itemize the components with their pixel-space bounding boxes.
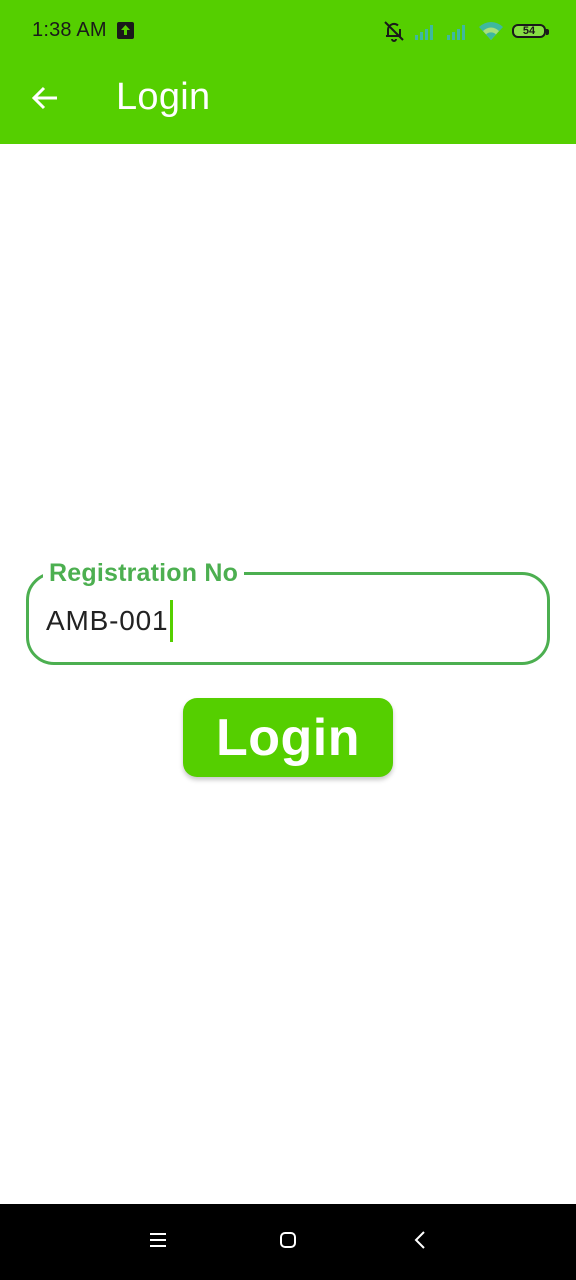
battery-level: 54 <box>522 25 536 37</box>
signal-icon <box>446 21 470 41</box>
registration-label: Registration No <box>43 558 245 588</box>
text-cursor <box>170 600 174 642</box>
status-time: 1:38 AM <box>32 19 107 41</box>
battery-icon: 54 <box>512 24 549 38</box>
status-bar: 1:38 AM 54 <box>0 0 576 62</box>
status-icons: 54 <box>382 18 549 44</box>
app-bar: Login <box>0 62 576 144</box>
recent-apps-button[interactable] <box>140 1224 176 1260</box>
header: 1:38 AM 54 Login <box>0 0 576 144</box>
back-button[interactable] <box>20 75 70 125</box>
nav-back-button[interactable] <box>402 1224 438 1260</box>
signal-icon <box>414 21 438 41</box>
registration-input[interactable]: AMB-001 <box>46 600 526 642</box>
navigation-bar <box>0 1204 576 1280</box>
login-screen: 1:38 AM 54 Login Registration No AMB-001… <box>0 0 576 1280</box>
arrow-left-icon <box>30 83 60 118</box>
registration-value: AMB-001 <box>46 605 169 636</box>
menu-icon <box>149 1232 167 1253</box>
home-button[interactable] <box>270 1224 306 1260</box>
back-icon <box>413 1230 427 1255</box>
upload-icon <box>117 22 134 39</box>
registration-field[interactable]: Registration No AMB-001 <box>26 558 550 665</box>
login-button[interactable]: Login <box>183 698 393 777</box>
bell-off-icon <box>382 19 406 43</box>
wifi-icon <box>478 20 504 42</box>
page-title: Login <box>116 76 211 118</box>
home-icon <box>279 1231 297 1254</box>
